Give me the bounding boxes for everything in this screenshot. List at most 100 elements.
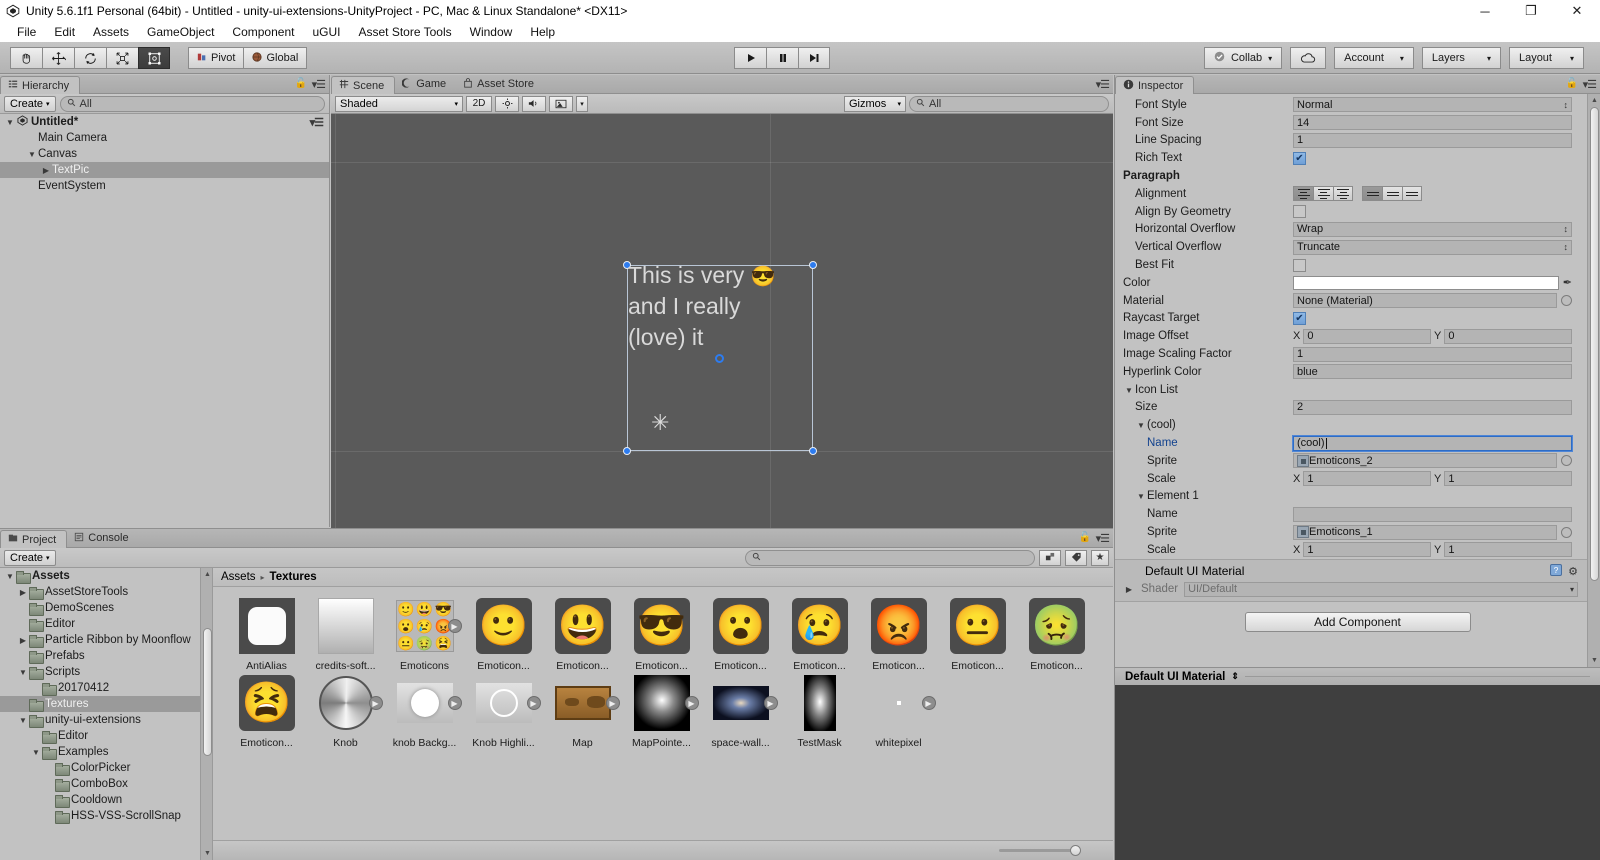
rich-text-checkbox[interactable]: ✔ — [1293, 151, 1306, 165]
filter-by-type-button[interactable] — [1039, 549, 1061, 566]
project-folder-hss-vss-scrollsnap[interactable]: HSS-VSS-ScrollSnap — [0, 808, 212, 824]
lock-icon[interactable]: 🔓 — [295, 78, 307, 89]
align-bottom-button[interactable] — [1402, 186, 1422, 202]
rect-handle-top-right[interactable] — [809, 261, 817, 269]
expand-arrow-icon[interactable]: ▼ — [4, 572, 16, 581]
asset-item[interactable]: TestMask — [780, 672, 859, 749]
asset-thumbnail[interactable]: ▶ — [394, 672, 462, 734]
inspector-foldout-element-1[interactable]: ▼ Element 1 — [1123, 490, 1293, 502]
font-size-input[interactable]: 14 — [1293, 115, 1572, 131]
tab-project[interactable]: Project — [0, 530, 68, 548]
tab-scene[interactable]: Scene — [331, 76, 396, 94]
asset-thumbnail[interactable]: ▶ — [552, 672, 620, 734]
asset-thumbnail[interactable] — [789, 672, 851, 734]
sprite-sheet-expand-icon[interactable]: ▶ — [763, 696, 778, 710]
asset-item[interactable]: 😡 Emoticon... — [859, 595, 938, 672]
project-folder-examples[interactable]: ▼ Examples — [0, 744, 212, 760]
account-button[interactable]: Account ▾ — [1334, 47, 1414, 69]
cloud-button[interactable] — [1290, 47, 1327, 69]
layers-button[interactable]: Layers ▾ — [1421, 47, 1501, 69]
menu-item-file[interactable]: File — [8, 22, 45, 42]
scene-context-menu-icon[interactable]: ▾☰ — [310, 116, 324, 129]
project-folder-demoscenes[interactable]: DemoScenes — [0, 600, 212, 616]
scale-x-input[interactable]: 1 — [1303, 471, 1431, 487]
step-button[interactable] — [798, 47, 830, 69]
font-style-dropdown[interactable]: Normal — [1293, 97, 1572, 113]
sprite-sheet-expand-icon[interactable]: ▶ — [447, 696, 462, 710]
scroll-up-arrow-icon[interactable]: ▲ — [202, 569, 212, 580]
expand-arrow-icon[interactable]: ▼ — [1135, 492, 1147, 501]
minimize-button[interactable]: ─ — [1462, 0, 1508, 22]
vertical-alignment-group[interactable] — [1362, 186, 1422, 202]
asset-thumbnail[interactable]: ▶ — [868, 672, 936, 734]
draw-mode-dropdown[interactable]: Shaded ▾ — [335, 95, 463, 112]
hyperlink-color-input[interactable]: blue — [1293, 364, 1572, 380]
expand-arrow-icon[interactable]: ▼ — [30, 748, 42, 757]
menu-item-edit[interactable]: Edit — [45, 22, 84, 42]
rect-handle-bottom-left[interactable] — [623, 447, 631, 455]
menu-item-window[interactable]: Window — [461, 22, 522, 42]
hierarchy-create-button[interactable]: Create ▾ — [4, 95, 56, 112]
hierarchy-item-eventsystem[interactable]: EventSystem — [0, 178, 329, 194]
layout-button[interactable]: Layout ▾ — [1508, 47, 1584, 69]
scene-lighting-button[interactable] — [495, 95, 519, 112]
expand-arrow-icon[interactable]: ▼ — [17, 716, 29, 725]
asset-item[interactable]: ▶ space-wall... — [701, 672, 780, 749]
thumbnail-zoom-knob[interactable] — [1070, 845, 1081, 856]
hierarchy-scene-root[interactable]: ▼ Untitled* ▾☰ — [0, 114, 329, 130]
align-center-button[interactable] — [1313, 186, 1333, 202]
rect-pivot-handle[interactable] — [715, 354, 724, 363]
asset-item[interactable]: 😃 Emoticon... — [543, 595, 622, 672]
tab-console[interactable]: Console — [67, 529, 138, 547]
asset-thumbnail[interactable]: 😎 — [631, 595, 693, 657]
expand-arrow-icon[interactable]: ▶ — [40, 166, 52, 175]
hand-tool-button[interactable] — [10, 47, 42, 69]
scale-y-input[interactable]: 1 — [1444, 471, 1572, 487]
hierarchy-item-textpic[interactable]: ▶ TextPic — [0, 162, 329, 178]
line-spacing-input[interactable]: 1 — [1293, 132, 1572, 148]
asset-item[interactable]: 😫 Emoticon... — [227, 672, 306, 749]
help-icon[interactable]: ? — [1550, 563, 1563, 579]
inspector-foldout-icon-list[interactable]: ▼ Icon List — [1123, 384, 1293, 396]
scene-panel-menu-icon[interactable]: ▾☰ — [1096, 78, 1110, 91]
expand-arrow-icon[interactable]: ▶ — [1123, 585, 1135, 594]
project-folder-tree[interactable]: ▼ Assets ▶ AssetStoreTools DemoScenes Editor ▶… — [0, 568, 213, 860]
project-folder-assets[interactable]: ▼ Assets — [0, 568, 212, 584]
tab-hierarchy[interactable]: Hierarchy — [0, 76, 81, 94]
project-folder-colorpicker[interactable]: ColorPicker — [0, 760, 212, 776]
rect-handle-bottom-right[interactable] — [809, 447, 817, 455]
asset-thumbnail[interactable]: 😮 — [710, 595, 772, 657]
scale-tool-button[interactable] — [106, 47, 138, 69]
project-folder-assetstoretools[interactable]: ▶ AssetStoreTools — [0, 584, 212, 600]
preview-header[interactable]: Default UI Material ⇕ — [1115, 667, 1600, 685]
global-toggle-button[interactable]: Global — [243, 47, 308, 69]
asset-item[interactable]: ▶ knob Backg... — [385, 672, 464, 749]
expand-arrow-icon[interactable]: ▼ — [4, 118, 16, 127]
menu-item-asset-store-tools[interactable]: Asset Store Tools — [349, 22, 460, 42]
asset-thumbnail[interactable]: 😐 — [947, 595, 1009, 657]
sprite-sheet-expand-icon[interactable]: ▶ — [605, 696, 620, 710]
scroll-up-arrow-icon[interactable]: ▲ — [1589, 95, 1600, 106]
asset-thumbnail[interactable]: ▶ — [631, 672, 699, 734]
asset-item[interactable]: 🙂 😃 😎 😮 😢 😡 😐 🤢 😫 ▶ Emoticons — [385, 595, 464, 672]
menu-item-help[interactable]: Help — [521, 22, 564, 42]
sprite-object-field[interactable]: Emoticons_1 — [1293, 524, 1557, 540]
sprite-sheet-expand-icon[interactable]: ▶ — [447, 619, 462, 633]
asset-item[interactable]: ▶ MapPointe... — [622, 672, 701, 749]
sprite-sheet-expand-icon[interactable]: ▶ — [526, 696, 541, 710]
asset-thumbnail[interactable]: 🙂 😃 😎 😮 😢 😡 😐 🤢 😫 ▶ — [394, 595, 462, 657]
horizontal-alignment-group[interactable] — [1293, 186, 1353, 202]
rotate-tool-button[interactable] — [74, 47, 106, 69]
pause-button[interactable] — [766, 47, 798, 69]
asset-item[interactable]: 😐 Emoticon... — [938, 595, 1017, 672]
best-fit-checkbox[interactable] — [1293, 258, 1306, 272]
project-folder-combobox[interactable]: ComboBox — [0, 776, 212, 792]
scale-x-input[interactable]: 1 — [1303, 542, 1431, 558]
asset-item[interactable]: ▶ Map — [543, 672, 622, 749]
expand-arrow-icon[interactable]: ▼ — [1135, 421, 1147, 430]
scroll-down-arrow-icon[interactable]: ▼ — [1589, 655, 1600, 666]
sprite-sheet-expand-icon[interactable]: ▶ — [921, 696, 936, 710]
asset-thumbnail[interactable]: 🤢 — [1026, 595, 1088, 657]
horizontal-overflow-dropdown[interactable]: Wrap — [1293, 221, 1572, 237]
project-folder-editor[interactable]: Editor — [0, 616, 212, 632]
